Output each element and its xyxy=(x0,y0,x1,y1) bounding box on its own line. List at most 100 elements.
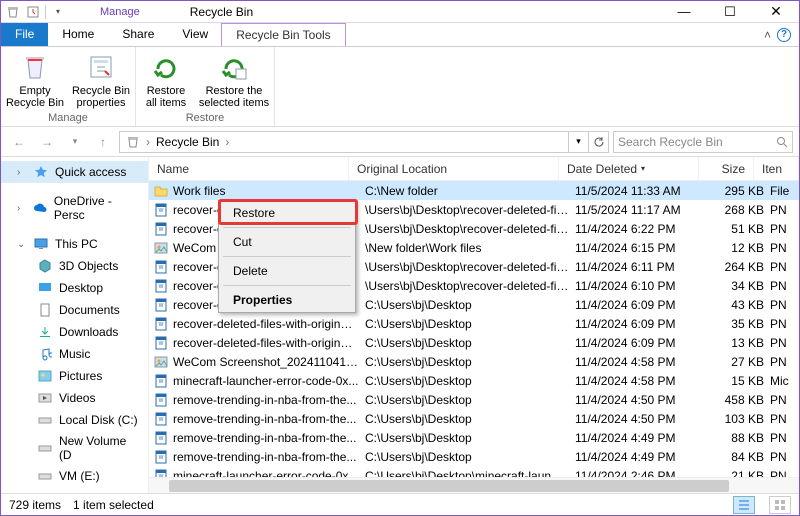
help-icon[interactable]: ? xyxy=(777,28,791,42)
nav-music[interactable]: Music xyxy=(1,343,148,365)
column-original-location[interactable]: Original Location xyxy=(349,157,559,180)
size-cell: 12 KB xyxy=(715,241,770,255)
tab-view[interactable]: View xyxy=(168,23,222,46)
table-row[interactable]: WeCom Screenshot_202411041437...C:\Users… xyxy=(149,352,799,371)
nav-downloads[interactable]: Downloads xyxy=(1,321,148,343)
column-item-type[interactable]: Iten xyxy=(754,157,799,180)
chevron-down-icon[interactable]: ⌄ xyxy=(17,239,27,250)
context-menu-properties[interactable]: Properties xyxy=(219,288,355,312)
table-row[interactable]: Wminecraft-launcher-error-code-0x...C:\U… xyxy=(149,466,799,477)
maximize-button[interactable]: ☐ xyxy=(707,1,753,23)
empty-recycle-bin-button[interactable]: Empty Recycle Bin xyxy=(5,51,65,109)
nav-local-disk-c[interactable]: Local Disk (C:) xyxy=(1,409,148,431)
item-type-cell: PN xyxy=(770,222,799,236)
document-icon xyxy=(37,302,53,318)
nav-documents[interactable]: Documents xyxy=(1,299,148,321)
chevron-right-icon[interactable]: › xyxy=(17,167,27,178)
forward-button[interactable]: → xyxy=(35,130,59,154)
original-location-cell: C:\Users\bj\Desktop xyxy=(365,393,575,407)
file-type-icon: W xyxy=(153,335,169,351)
address-bar[interactable]: › Recycle Bin › ▾ xyxy=(119,131,609,153)
table-row[interactable]: Wremove-trending-in-nba-from-the...C:\Us… xyxy=(149,428,799,447)
nav-this-pc[interactable]: ⌄ This PC xyxy=(1,233,148,255)
details-view-button[interactable] xyxy=(733,496,755,514)
restore-selected-items-button[interactable]: Restore the selected items xyxy=(198,51,270,109)
date-deleted-cell: 11/4/2024 6:09 PM xyxy=(575,317,715,331)
svg-text:W: W xyxy=(159,227,164,233)
qat-dropdown-icon[interactable]: ▾ xyxy=(50,4,66,20)
table-row[interactable]: Wminecraft-launcher-error-code-0x...C:\U… xyxy=(149,371,799,390)
tab-share[interactable]: Share xyxy=(108,23,168,46)
nav-vm-e[interactable]: VM (E:) xyxy=(1,465,148,487)
size-cell: 21 KB xyxy=(715,469,770,478)
nav-new-volume-d[interactable]: New Volume (D xyxy=(1,431,148,465)
nav-3d-objects[interactable]: 3D Objects xyxy=(1,255,148,277)
tab-recycle-bin-tools[interactable]: Recycle Bin Tools xyxy=(221,23,346,46)
column-size[interactable]: Size xyxy=(699,157,754,180)
original-location-cell: \Users\bj\Desktop\recover-deleted-file..… xyxy=(365,203,575,217)
nav-quick-access[interactable]: › Quick access xyxy=(1,161,148,183)
column-name[interactable]: Name xyxy=(149,157,349,180)
size-cell: 103 KB xyxy=(715,412,770,426)
date-deleted-cell: 11/4/2024 6:09 PM xyxy=(575,336,715,350)
ribbon-collapse-icon[interactable]: ˄ xyxy=(764,28,771,42)
original-location-cell: C:\Users\bj\Desktop xyxy=(365,355,575,369)
table-row[interactable]: Wremove-trending-in-nba-from-the...C:\Us… xyxy=(149,447,799,466)
tab-file[interactable]: File xyxy=(1,23,48,46)
horizontal-scrollbar[interactable] xyxy=(149,477,799,493)
table-row[interactable]: Work filesC:\New folder11/5/2024 11:33 A… xyxy=(149,181,799,200)
breadcrumb-recycle-bin[interactable]: Recycle Bin xyxy=(150,135,225,149)
item-type-cell: PN xyxy=(770,336,799,350)
date-deleted-cell: 11/4/2024 4:50 PM xyxy=(575,412,715,426)
large-icons-view-button[interactable] xyxy=(769,496,791,514)
back-button[interactable]: ← xyxy=(7,130,31,154)
chevron-right-icon[interactable]: › xyxy=(225,135,229,149)
properties-icon[interactable] xyxy=(25,4,41,20)
size-cell: 51 KB xyxy=(715,222,770,236)
context-tab-caption: Manage xyxy=(70,6,170,18)
tab-home[interactable]: Home xyxy=(48,23,108,46)
ribbon-group-restore: Restore all items Restore the selected i… xyxy=(136,47,275,126)
table-row[interactable]: Wremove-trending-in-nba-from-the...C:\Us… xyxy=(149,390,799,409)
item-type-cell: PN xyxy=(770,260,799,274)
column-date-deleted[interactable]: Date Deleted▾ xyxy=(559,157,699,180)
refresh-button[interactable] xyxy=(588,132,608,152)
file-type-icon: W xyxy=(153,259,169,275)
restore-all-items-button[interactable]: Restore all items xyxy=(140,51,192,109)
quick-access-toolbar: ▾ xyxy=(1,4,70,20)
recycle-bin-crumb-icon xyxy=(120,135,146,149)
nav-videos[interactable]: Videos xyxy=(1,387,148,409)
close-button[interactable]: ✕ xyxy=(753,1,799,23)
item-type-cell: PN xyxy=(770,203,799,217)
item-type-cell: PN xyxy=(770,393,799,407)
address-dropdown-button[interactable]: ▾ xyxy=(568,132,588,152)
file-type-icon: W xyxy=(153,297,169,313)
chevron-right-icon[interactable]: › xyxy=(17,203,27,214)
size-cell: 13 KB xyxy=(715,336,770,350)
table-row[interactable]: Wrecover-deleted-files-with-original...C… xyxy=(149,314,799,333)
navigation-pane[interactable]: › Quick access › OneDrive - Persc ⌄ This… xyxy=(1,157,149,493)
context-menu-cut[interactable]: Cut xyxy=(219,230,355,254)
nav-desktop[interactable]: Desktop xyxy=(1,277,148,299)
context-menu-delete[interactable]: Delete xyxy=(219,259,355,283)
date-deleted-cell: 11/4/2024 6:11 PM xyxy=(575,260,715,274)
context-menu-restore[interactable]: Restore xyxy=(219,201,355,225)
search-box[interactable]: Search Recycle Bin xyxy=(613,131,793,153)
up-button[interactable]: ↑ xyxy=(91,130,115,154)
table-row[interactable]: Wremove-trending-in-nba-from-the...C:\Us… xyxy=(149,409,799,428)
item-type-cell: PN xyxy=(770,412,799,426)
date-deleted-cell: 11/5/2024 11:17 AM xyxy=(575,203,715,217)
minimize-button[interactable]: — xyxy=(661,1,707,23)
recent-locations-button[interactable]: ▾ xyxy=(63,130,87,154)
table-row[interactable]: Wrecover-deleted-files-with-original...C… xyxy=(149,333,799,352)
svg-text:W: W xyxy=(159,303,164,309)
original-location-cell: C:\Users\bj\Desktop xyxy=(365,450,575,464)
svg-text:W: W xyxy=(159,341,164,347)
recycle-bin-properties-button[interactable]: Recycle Bin properties xyxy=(71,51,131,109)
original-location-cell: \Users\bj\Desktop\recover-deleted-file..… xyxy=(365,222,575,236)
status-selected-count: 1 item selected xyxy=(73,498,154,512)
nav-onedrive-label: OneDrive - Persc xyxy=(54,194,142,222)
nav-onedrive[interactable]: › OneDrive - Persc xyxy=(1,191,148,225)
nav-pictures[interactable]: Pictures xyxy=(1,365,148,387)
scrollbar-thumb[interactable] xyxy=(169,480,729,492)
